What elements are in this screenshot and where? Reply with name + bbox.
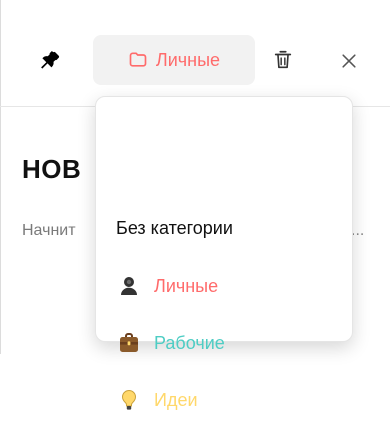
menu-item-label: Рабочие <box>154 332 225 353</box>
menu-item-no-category[interactable]: Без категории <box>96 204 352 252</box>
lightbulb-icon <box>116 387 142 413</box>
note-title[interactable]: НОВ <box>22 154 81 185</box>
menu-item-label: Идеи <box>154 389 198 410</box>
person-icon <box>116 273 142 299</box>
pin-icon[interactable] <box>38 49 62 73</box>
menu-item-label: Без категории <box>116 217 233 238</box>
menu-item-ideas[interactable]: Идеи <box>96 376 352 424</box>
briefcase-icon <box>116 330 142 356</box>
note-toolbar: Личные <box>0 0 390 107</box>
menu-item-work[interactable]: Рабочие <box>96 319 352 367</box>
folder-icon <box>128 50 148 70</box>
menu-item-personal[interactable]: Личные <box>96 262 352 310</box>
category-dropdown: Без категории Личные Рабочие Идеи <box>95 96 353 410</box>
menu-item-label: Личные <box>154 275 219 296</box>
trash-icon[interactable] <box>271 48 295 72</box>
note-window: Личные НОВ Начнит ... Без категории Личн… <box>0 0 390 410</box>
overflow-ellipsis: ... <box>351 222 365 239</box>
close-icon[interactable] <box>338 50 360 72</box>
category-button-label: Личные <box>155 49 221 70</box>
note-body-preview[interactable]: Начнит <box>22 222 76 240</box>
category-button[interactable]: Личные <box>93 35 255 85</box>
